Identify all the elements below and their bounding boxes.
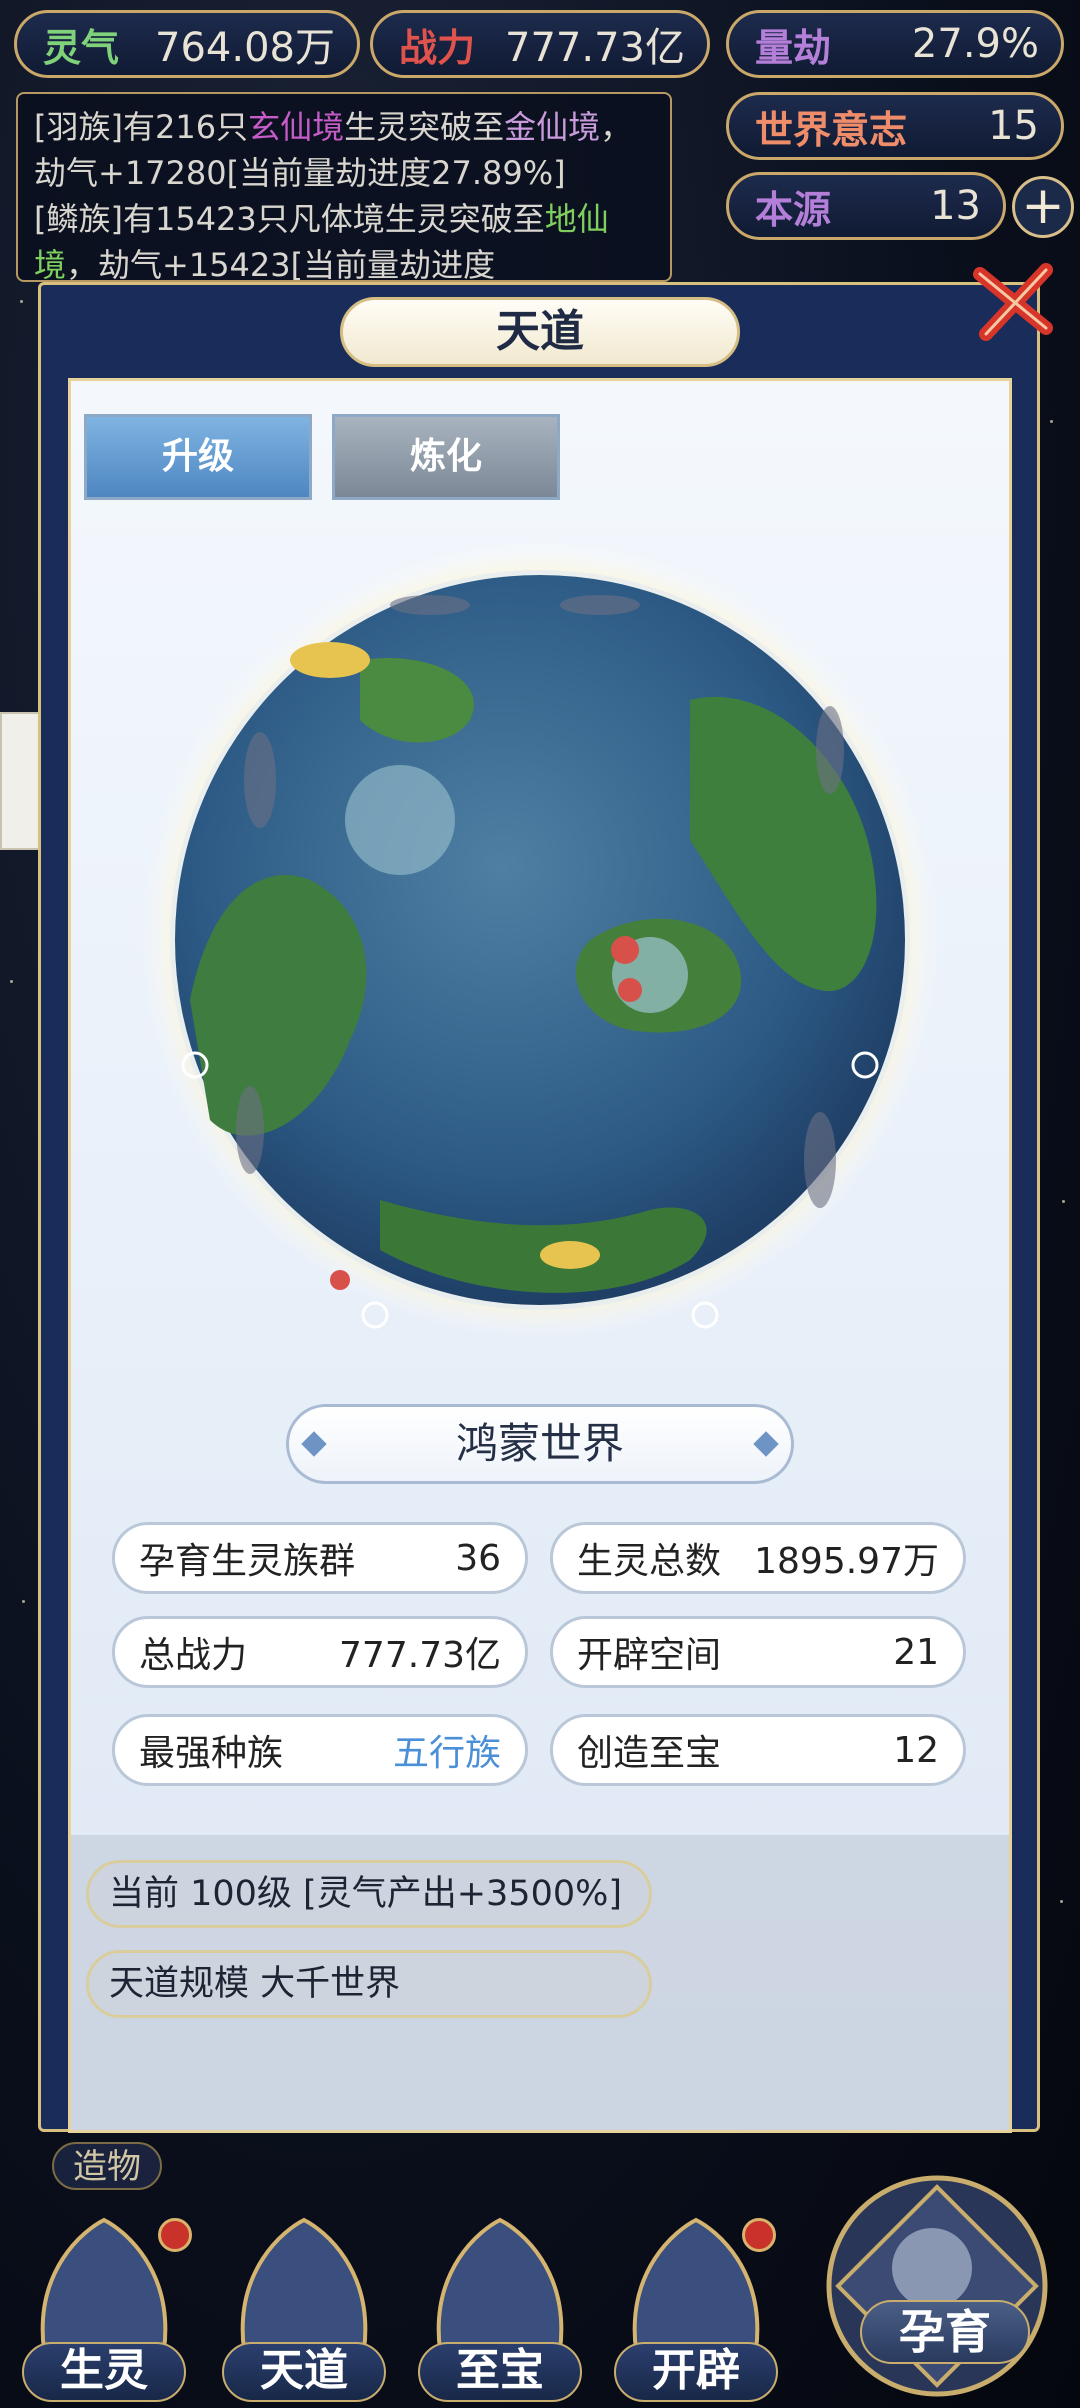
scale-info: 天道规模 大千世界	[86, 1950, 652, 2018]
log-entry: [鳞族]有15423只凡体境生灵突破至地仙境，劫气+15423[当前量劫进度	[34, 200, 609, 282]
yunyu-emblem-icon[interactable]	[812, 2168, 1062, 2408]
yunyu-button[interactable]: 孕育	[860, 2300, 1030, 2364]
world-name-banner: 鸿蒙世界	[286, 1404, 794, 1484]
nav-kaipi[interactable]: 开辟	[606, 2210, 786, 2408]
stat-opened-space: 开辟空间 21	[550, 1616, 966, 1688]
notification-dot	[742, 2218, 776, 2252]
zhanli-label: 战力	[399, 25, 476, 70]
shijie-yizhi-label: 世界意志	[755, 107, 908, 152]
tab-refine[interactable]: 炼化	[332, 414, 560, 500]
liangjie-counter: 量劫 27.9%	[726, 10, 1064, 78]
benyuan-value: 13	[930, 183, 981, 229]
zhanli-counter: 战力 777.73亿	[370, 10, 710, 78]
log-entry: [羽族]有216只玄仙境生灵突破至金仙境，劫气+17280[当前量劫进度27.8…	[34, 108, 633, 192]
benyuan-label: 本源	[755, 187, 832, 232]
benyuan-counter: 本源 13	[726, 172, 1006, 240]
lingqi-value: 764.08万	[155, 25, 335, 71]
zhanli-value: 777.73亿	[505, 25, 685, 71]
add-benyuan-button[interactable]: +	[1012, 176, 1074, 238]
nav-zhibao[interactable]: 至宝	[410, 2210, 590, 2408]
stat-created-treasure: 创造至宝 12	[550, 1714, 966, 1786]
tab-upgrade[interactable]: 升级	[84, 414, 312, 500]
tiandao-icon	[240, 2217, 368, 2352]
world-globe-image	[140, 540, 940, 1340]
lingqi-counter: 灵气 764.08万	[14, 10, 360, 78]
liangjie-label: 量劫	[755, 25, 832, 70]
lingqi-label: 灵气	[43, 25, 120, 70]
close-icon[interactable]	[968, 256, 1058, 346]
stat-total-power: 总战力 777.73亿	[112, 1616, 528, 1688]
event-log: [羽族]有216只玄仙境生灵突破至金仙境，劫气+17280[当前量劫进度27.8…	[16, 92, 672, 282]
notification-dot	[158, 2218, 192, 2252]
panel-title: 天道	[340, 297, 740, 367]
stat-total-beings: 生灵总数 1895.97万	[550, 1522, 966, 1594]
zaowu-button[interactable]: 造物	[52, 2142, 162, 2190]
stat-species-groups: 孕育生灵族群 36	[112, 1522, 528, 1594]
nav-tiandao[interactable]: 天道	[214, 2210, 394, 2408]
level-info: 当前 100级 [灵气产出+3500%]	[86, 1860, 652, 1928]
shijie-yizhi-counter: 世界意志 15	[726, 92, 1064, 160]
nav-shengling[interactable]: 生灵	[14, 2210, 194, 2408]
shijie-yizhi-value: 15	[988, 103, 1039, 149]
zhibao-icon	[436, 2217, 564, 2352]
liangjie-value: 27.9%	[911, 21, 1039, 67]
stat-strongest-race: 最强种族 五行族	[112, 1714, 528, 1786]
